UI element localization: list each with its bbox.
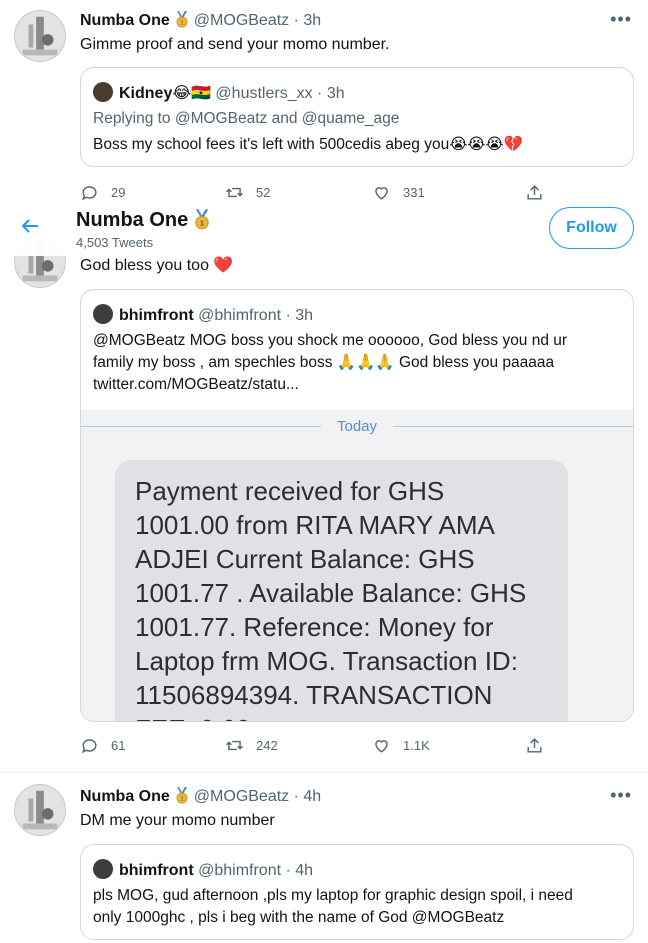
tweet-count: 4,503 Tweets bbox=[76, 235, 154, 250]
back-arrow-icon[interactable] bbox=[18, 214, 42, 238]
heart-icon bbox=[375, 187, 388, 200]
tweet-time: 4h bbox=[295, 862, 314, 879]
like-count: 331 bbox=[403, 185, 425, 200]
reply-icon bbox=[81, 186, 97, 201]
separator: · bbox=[289, 12, 304, 29]
author-handle: @bhimfront bbox=[198, 307, 282, 324]
medal-icon: 1 bbox=[173, 10, 191, 28]
reply-icon bbox=[81, 739, 97, 754]
quote-header: bhimfront @bhimfront · 3h bbox=[93, 304, 313, 326]
replying-and: and bbox=[267, 110, 302, 127]
retweet-icon bbox=[226, 740, 243, 751]
svg-text:1: 1 bbox=[180, 20, 184, 27]
tweet-time[interactable]: 4h bbox=[303, 788, 321, 805]
medal-icon: 1 bbox=[173, 786, 191, 804]
follow-button[interactable]: Follow bbox=[549, 207, 634, 249]
author-handle[interactable]: @MOGBeatz bbox=[194, 788, 289, 805]
retweet-count: 242 bbox=[256, 738, 278, 753]
quoted-tweet[interactable]: bhimfront @bhimfront · 4h pls MOG, gud a… bbox=[80, 844, 634, 940]
separator: · bbox=[289, 788, 304, 805]
quote-header: bhimfront @bhimfront · 4h bbox=[93, 859, 313, 881]
reply-count: 61 bbox=[111, 738, 126, 753]
avatar bbox=[93, 859, 113, 879]
retweet-button[interactable]: 52 bbox=[225, 183, 270, 202]
more-horizontal-icon[interactable]: ••• bbox=[610, 10, 632, 28]
avatar bbox=[93, 82, 113, 102]
reply-count: 29 bbox=[111, 185, 126, 200]
retweet-count: 52 bbox=[256, 185, 271, 200]
share-button[interactable] bbox=[525, 183, 544, 202]
reply-button[interactable]: 29 bbox=[80, 183, 125, 202]
tweet-actions: 29 52 331 bbox=[80, 183, 620, 203]
quote-text-line: only 1000ghc , pls i beg with the name o… bbox=[93, 909, 505, 926]
more-horizontal-icon[interactable]: ••• bbox=[610, 786, 632, 804]
profile-name: Numba One 1 bbox=[76, 208, 216, 232]
quoted-tweet[interactable]: Kidney😂🇬🇭 @hustlers_xx · 3h Replying to … bbox=[80, 67, 634, 167]
separator: · bbox=[281, 307, 296, 324]
sms-bubble: Payment received for GHS 1001.00 from RI… bbox=[115, 460, 568, 721]
quoted-tweet[interactable]: bhimfront @bhimfront · 3h @MOGBeatz MOG … bbox=[80, 289, 634, 722]
quote-header: Kidney😂🇬🇭 @hustlers_xx · 3h bbox=[93, 82, 345, 104]
medal-icon: 1 bbox=[191, 208, 213, 230]
sms-text: Payment received for GHS 1001.00 from RI… bbox=[135, 476, 527, 721]
svg-text:1: 1 bbox=[180, 796, 184, 803]
separator: · bbox=[281, 862, 296, 879]
avatar bbox=[93, 304, 113, 324]
tweet-actions: 61 242 1.1K bbox=[80, 736, 620, 756]
share-icon bbox=[527, 738, 542, 753]
attached-screenshot[interactable]: Today Payment received for GHS 1001.00 f… bbox=[81, 410, 633, 721]
like-count: 1.1K bbox=[403, 738, 430, 753]
tweet-text: Gimme proof and send your momo number. bbox=[80, 36, 390, 53]
mention-link[interactable]: @quame_age bbox=[302, 110, 400, 127]
reply-button[interactable]: 61 bbox=[80, 736, 125, 755]
day-label: Today bbox=[336, 418, 378, 435]
author-name: bhimfront bbox=[119, 862, 194, 879]
like-button[interactable]: 1.1K bbox=[372, 736, 430, 755]
like-button[interactable]: 331 bbox=[372, 183, 425, 202]
quote-link[interactable]: twitter.com/MOGBeatz/statu... bbox=[93, 374, 299, 396]
heart-icon bbox=[375, 740, 388, 753]
tweet-time: 3h bbox=[295, 307, 314, 324]
separator: · bbox=[312, 85, 327, 102]
mention-link[interactable]: @MOGBeatz bbox=[175, 110, 267, 127]
quote-text-line: @MOGBeatz MOG boss you shock me oooooo, … bbox=[93, 332, 568, 349]
quote-text-line: family my boss , am spechles boss 🙏🙏🙏 Go… bbox=[93, 354, 555, 371]
quote-text: Boss my school fees it's left with 500ce… bbox=[93, 136, 523, 153]
replying-prefix: Replying to bbox=[93, 110, 175, 127]
author-handle: @hustlers_xx bbox=[215, 85, 313, 102]
share-icon bbox=[527, 185, 542, 200]
divider bbox=[0, 772, 648, 773]
avatar[interactable] bbox=[14, 784, 66, 836]
replying-to: Replying to @MOGBeatz and @quame_age bbox=[93, 108, 399, 130]
share-button[interactable] bbox=[525, 736, 544, 755]
tweet-text: DM me your momo number bbox=[80, 812, 275, 829]
retweet-button[interactable]: 242 bbox=[225, 736, 278, 755]
author-name: bhimfront bbox=[119, 307, 194, 324]
tweet-header: Numba One 1 @MOGBeatz · 3h bbox=[80, 10, 321, 31]
tweet-header: Numba One 1 @MOGBeatz · 4h bbox=[80, 786, 321, 807]
avatar[interactable] bbox=[14, 10, 66, 62]
author-name: Kidney😂🇬🇭 bbox=[119, 85, 211, 102]
author-handle: @bhimfront bbox=[198, 862, 282, 879]
svg-text:1: 1 bbox=[200, 219, 205, 228]
date-separator: Today bbox=[81, 410, 633, 444]
quote-text-line: pls MOG, gud afternoon ,pls my laptop fo… bbox=[93, 887, 573, 904]
retweet-icon bbox=[226, 187, 243, 198]
profile-name-text: Numba One bbox=[76, 209, 189, 231]
tweet-text: God bless you too ❤️ bbox=[80, 257, 234, 274]
profile-sticky-header: Numba One 1 4,503 Tweets Follow bbox=[0, 202, 648, 256]
tweet-time: 3h bbox=[326, 85, 345, 102]
author-name[interactable]: Numba One bbox=[80, 788, 170, 805]
author-name[interactable]: Numba One bbox=[80, 12, 170, 29]
author-handle[interactable]: @MOGBeatz bbox=[194, 12, 289, 29]
tweet-time[interactable]: 3h bbox=[303, 12, 321, 29]
